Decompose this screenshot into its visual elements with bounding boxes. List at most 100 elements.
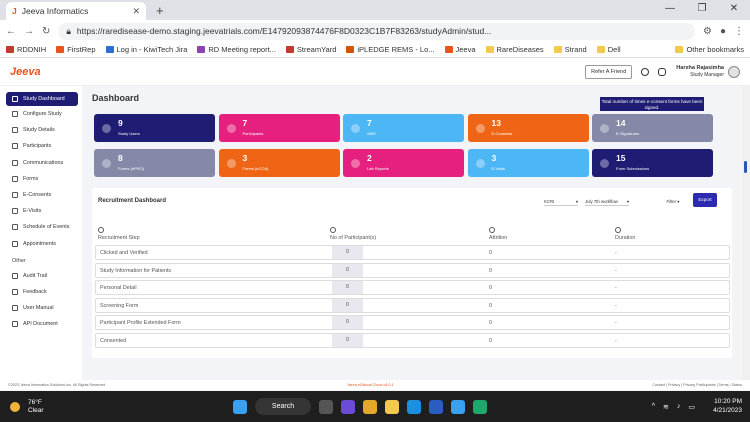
stat-card-value: 2 [367, 152, 372, 163]
sidebar-item-schedule-of-events[interactable]: Schedule of Events [0, 219, 82, 235]
site-select[interactable]: KCRI ▾ [544, 196, 578, 206]
help-icon[interactable] [641, 67, 650, 76]
stat-card[interactable]: 3 E-Visits [467, 148, 589, 177]
sidebar-item-study-dashboard[interactable]: Study Dashboard [6, 92, 78, 106]
new-tab-button[interactable]: + [156, 3, 164, 18]
close-tab-icon[interactable]: ✕ [132, 6, 140, 17]
table-row[interactable]: Personal Detail 0 0 - [95, 280, 730, 295]
sidebar-item-communications[interactable]: Communications [0, 155, 82, 171]
avatar[interactable] [728, 65, 740, 78]
column-header-attrition: Attrition [489, 227, 507, 241]
sidebar-item-icon [12, 175, 18, 182]
recruitment-step: Consented [100, 337, 127, 344]
bookmark-favicon-icon [56, 46, 65, 53]
sidebar-item-feedback[interactable]: Feedback [0, 284, 82, 300]
profile-icon[interactable]: ● [720, 26, 726, 37]
duration-value: - [615, 302, 617, 309]
chrome-icon[interactable] [363, 399, 377, 414]
stat-card-label: Lab Reports [367, 165, 389, 171]
maximize-icon[interactable]: ❐ [686, 0, 718, 20]
clock-icon [615, 227, 621, 233]
notification-bell-icon[interactable] [658, 67, 667, 76]
table-row[interactable]: Consented 0 0 - [95, 332, 730, 348]
wifi-icon[interactable]: ≋ [663, 403, 669, 411]
table-row[interactable]: Screening Form 0 0 - [95, 297, 730, 313]
workflow-select[interactable]: July 7th workflow ▾ [585, 196, 629, 206]
bookmark-item[interactable]: iPLEDGE REMS - Lo... [346, 45, 435, 54]
table-row[interactable]: Clicked and Verified 0 0 - [95, 245, 730, 260]
edge-icon[interactable] [407, 399, 421, 414]
bookmark-item[interactable]: Log in - KiwiTech Jira [105, 45, 187, 54]
sidebar-item-label: Study Dashboard [23, 96, 65, 102]
chevron-down-icon: ▾ [626, 199, 629, 204]
bookmark-label: iPLEDGE REMS - Lo... [357, 45, 435, 54]
sidebar-item-forms[interactable]: Forms [0, 171, 82, 187]
task-view-icon[interactable] [319, 399, 333, 414]
weather-widget[interactable]: 76°F Clear [28, 399, 44, 415]
bookmark-item[interactable]: Strand [553, 45, 587, 54]
sidebar-item-participants[interactable]: Participants [0, 138, 82, 154]
stat-card-icon [600, 124, 609, 133]
sidebar-item-icon [12, 192, 18, 199]
sidebar-item-appointments[interactable]: Appointments [0, 236, 82, 252]
table-row[interactable]: Study Information for Patients 0 0 - [95, 262, 730, 278]
menu-icon[interactable]: ⋮ [734, 26, 744, 37]
url-bar[interactable]: 🔒︎ https://raredisease-demo.staging.jeev… [58, 22, 695, 40]
sidebar-item-e-visits[interactable]: E-Visits [0, 203, 82, 219]
start-icon[interactable] [233, 399, 247, 414]
page-scrollbar[interactable] [742, 86, 750, 380]
extensions-icon[interactable]: ⚙ [703, 26, 712, 37]
stat-card[interactable]: 2 Lab Reports [343, 148, 464, 177]
user-info[interactable]: Harsha Rajasimha Study Manager [676, 65, 724, 79]
back-icon[interactable]: ← [6, 26, 16, 37]
stat-card[interactable]: 7 SMS [343, 114, 464, 142]
bookmark-item[interactable]: FirstRep [56, 45, 96, 54]
sidebar-item-configure-study[interactable]: Configure Study [0, 106, 82, 122]
sidebar-item-audit-trail[interactable]: Audit Trail [0, 268, 82, 284]
bookmark-item[interactable]: RD Meeting report... [197, 45, 276, 54]
weather-icon[interactable] [10, 402, 20, 412]
close-window-icon[interactable]: ✕ [718, 0, 750, 20]
sidebar-item-study-details[interactable]: Study Details [0, 122, 82, 138]
bookmark-item[interactable]: RDDNIH [6, 45, 46, 54]
jeeva-logo[interactable]: Jeeva [10, 66, 41, 78]
browser-tab[interactable]: J Jeeva Informatics ✕ [6, 2, 146, 20]
bookmark-item[interactable]: Other bookmarks [675, 45, 744, 54]
forward-icon[interactable]: → [24, 26, 34, 37]
bookmark-item[interactable]: StreamYard [285, 45, 336, 54]
table-row[interactable]: Participant Profile Extended Form 0 0 - [95, 315, 730, 330]
reload-icon[interactable]: ↻ [42, 26, 50, 37]
file-explorer-icon[interactable] [385, 399, 399, 414]
sidebar-item-e-consents[interactable]: E-Consents [0, 187, 82, 203]
notepad-icon[interactable] [451, 399, 465, 414]
refer-friend-button[interactable]: Refer A Friend [585, 64, 633, 79]
footer-links[interactable]: Contact | Privacy | Privacy Participants… [652, 383, 742, 387]
sidebar-item-user-manual[interactable]: User Manual [0, 300, 82, 316]
stat-card[interactable]: 7 Participants [218, 114, 340, 142]
stat-card-label: Forms (eCOA) [242, 165, 269, 171]
stat-card[interactable]: 14 E-Signatures [592, 114, 713, 142]
stat-card[interactable]: 3 Forms (eCOA) [218, 148, 340, 177]
teams-icon[interactable] [341, 399, 355, 414]
bookmark-item[interactable]: Dell [596, 45, 621, 54]
filter-button[interactable]: Filter ▾ [658, 196, 688, 206]
word-icon[interactable] [429, 399, 443, 414]
speaker-icon[interactable]: ♪ [677, 403, 681, 411]
stat-card[interactable]: 15 Form Submissions [592, 148, 713, 177]
taskbar-search[interactable]: Search [255, 398, 311, 415]
chevron-up-icon[interactable]: ^ [652, 403, 655, 411]
bookmark-item[interactable]: Jeeva [444, 45, 476, 54]
battery-icon[interactable]: ▭ [688, 403, 695, 411]
app-icon[interactable] [473, 399, 487, 414]
sidebar-item-api-document[interactable]: API Document [0, 316, 82, 332]
clock[interactable]: 10:20 PM 4/21/2023 [713, 397, 742, 415]
stat-card-icon [102, 158, 111, 168]
stat-card[interactable]: 8 Forms (ePRO) [94, 148, 215, 177]
bookmark-item[interactable]: RareDiseases [485, 45, 544, 54]
minimize-icon[interactable]: — [654, 0, 686, 20]
stat-card[interactable]: 13 E-Consents [467, 114, 589, 142]
stat-card[interactable]: 9 Study Users [94, 114, 215, 142]
scrollbar-thumb[interactable] [744, 161, 747, 173]
stat-card-value: 7 [242, 118, 248, 128]
export-button[interactable]: Export [693, 193, 717, 207]
